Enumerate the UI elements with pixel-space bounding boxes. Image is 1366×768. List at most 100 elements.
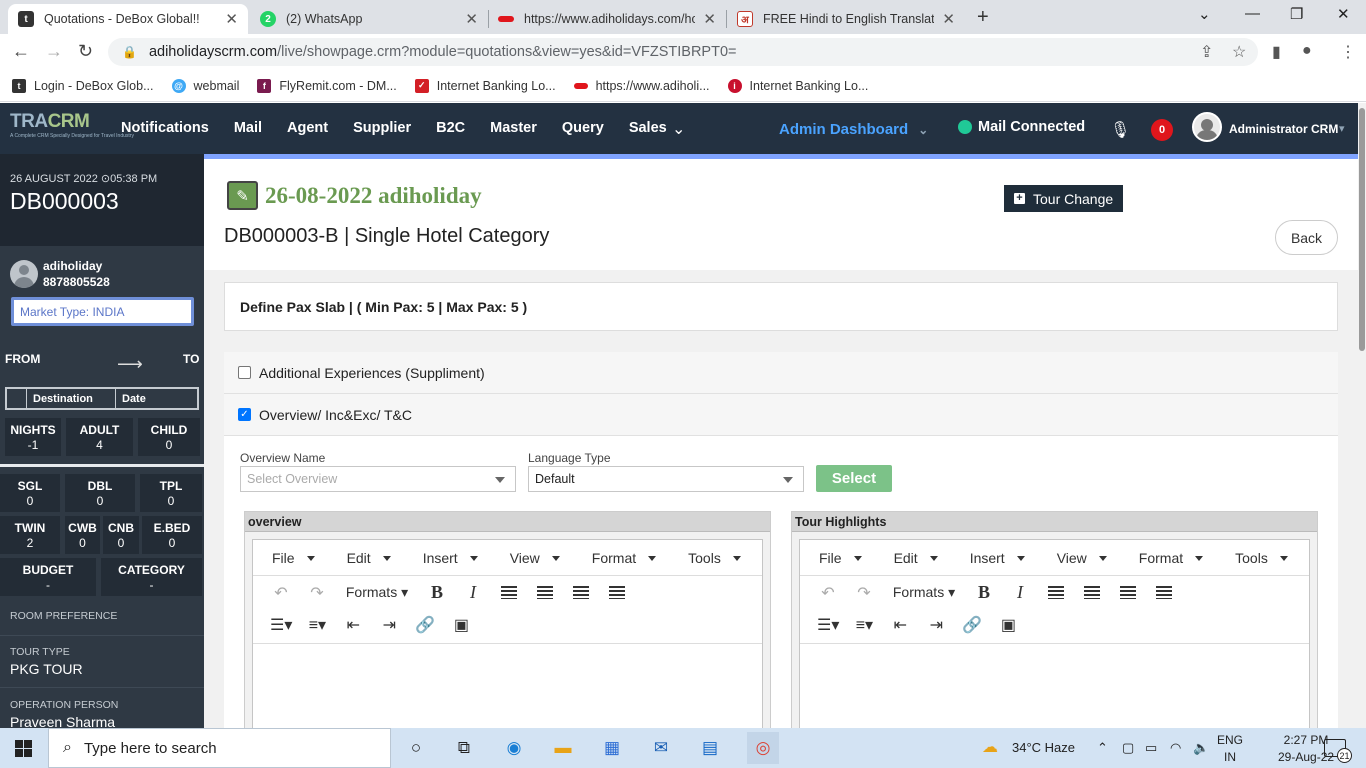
undo-icon[interactable]: ↶ bbox=[817, 583, 839, 603]
side-panel-icon[interactable]: ▮ bbox=[1272, 42, 1281, 62]
share-icon[interactable]: ⇪ bbox=[1200, 42, 1213, 62]
editor-content-area[interactable] bbox=[800, 643, 1309, 740]
additional-experiences-row[interactable]: Additional Experiences (Suppliment) bbox=[224, 352, 1338, 394]
overview-section-row[interactable]: ✓ Overview/ Inc&Exc/ T&C bbox=[224, 394, 1338, 436]
nav-master[interactable]: Master bbox=[490, 120, 537, 136]
redo-icon[interactable]: ↷ bbox=[306, 583, 328, 603]
close-tab-icon[interactable]: ✕ bbox=[225, 10, 238, 28]
italic-icon[interactable]: I bbox=[462, 582, 484, 603]
close-tab-icon[interactable]: ✕ bbox=[703, 10, 716, 28]
nav-query[interactable]: Query bbox=[562, 120, 604, 136]
additional-experiences-checkbox[interactable] bbox=[238, 366, 251, 379]
windows-start-icon[interactable] bbox=[15, 740, 32, 757]
maximize-icon[interactable]: ❐ bbox=[1290, 5, 1303, 23]
menu-view[interactable]: View bbox=[502, 550, 568, 566]
language-indicator[interactable]: ENG IN bbox=[1217, 732, 1243, 766]
back-button[interactable]: Back bbox=[1275, 220, 1338, 255]
notification-badge[interactable]: 0 bbox=[1151, 119, 1173, 141]
bookmark-star-icon[interactable]: ☆ bbox=[1232, 42, 1246, 62]
bold-icon[interactable]: B bbox=[426, 582, 448, 603]
microphone-icon[interactable]: 🎙 bbox=[1110, 120, 1130, 140]
align-center-icon[interactable] bbox=[534, 584, 556, 602]
tour-change-button[interactable]: + Tour Change bbox=[1004, 185, 1123, 212]
admin-dashboard-dropdown[interactable]: Admin Dashboard ⌄ bbox=[779, 121, 928, 138]
microsoft-store-icon[interactable]: ▦ bbox=[600, 736, 624, 760]
italic-icon[interactable]: I bbox=[1009, 582, 1031, 603]
align-right-icon[interactable] bbox=[1117, 584, 1139, 602]
align-left-icon[interactable] bbox=[1045, 584, 1067, 602]
chrome-icon[interactable]: ◎ bbox=[747, 732, 779, 764]
nav-agent[interactable]: Agent bbox=[287, 120, 328, 136]
link-icon[interactable]: 🔗 bbox=[961, 615, 983, 635]
user-avatar[interactable] bbox=[1192, 112, 1222, 142]
align-left-icon[interactable] bbox=[498, 584, 520, 602]
minimize-icon[interactable]: — bbox=[1245, 5, 1260, 22]
formats-dropdown[interactable]: Formats ▾ bbox=[342, 584, 412, 601]
bullet-list-icon[interactable]: ☰▾ bbox=[817, 615, 839, 635]
align-justify-icon[interactable] bbox=[606, 584, 628, 602]
menu-tools[interactable]: Tools bbox=[1227, 550, 1296, 566]
select-button[interactable]: Select bbox=[816, 465, 892, 492]
menu-edit[interactable]: Edit bbox=[339, 550, 399, 566]
image-icon[interactable]: ▣ bbox=[997, 615, 1019, 635]
new-tab-icon[interactable]: + bbox=[977, 6, 989, 29]
cortana-icon[interactable]: ○ bbox=[404, 736, 428, 760]
redo-icon[interactable]: ↷ bbox=[853, 583, 875, 603]
nav-b2c[interactable]: B2C bbox=[436, 120, 465, 136]
tab-search-chevron-icon[interactable]: ⌄ bbox=[1198, 5, 1211, 23]
outdent-icon[interactable]: ⇤ bbox=[889, 615, 911, 635]
browser-tab[interactable]: t Quotations - DeBox Global!! ✕ bbox=[8, 4, 248, 34]
weather-text[interactable]: 34°C Haze bbox=[1012, 740, 1075, 755]
outlook-icon[interactable]: ▤ bbox=[698, 736, 722, 760]
browser-tab[interactable]: अ FREE Hindi to English Translation ✕ bbox=[727, 4, 965, 34]
bullet-list-icon[interactable]: ☰▾ bbox=[270, 615, 292, 635]
link-icon[interactable]: 🔗 bbox=[414, 615, 436, 635]
travcrm-logo[interactable]: TRACRM A Complete CRM Specially Designed… bbox=[10, 111, 134, 139]
indent-icon[interactable]: ⇥ bbox=[925, 615, 947, 635]
url-input[interactable]: 🔒 adiholidayscrm.com/live/showpage.crm?m… bbox=[108, 38, 1258, 66]
formats-dropdown[interactable]: Formats ▾ bbox=[889, 584, 959, 601]
menu-file[interactable]: File bbox=[264, 550, 323, 566]
battery-icon[interactable]: ▭ bbox=[1145, 740, 1157, 756]
edge-browser-icon[interactable]: ◉ bbox=[502, 736, 526, 760]
menu-insert[interactable]: Insert bbox=[962, 550, 1033, 566]
menu-kebab-icon[interactable]: ⋮ bbox=[1340, 42, 1356, 62]
bookmark-item[interactable]: t Login - DeBox Glob... bbox=[12, 78, 154, 93]
bookmark-item[interactable]: https://www.adiholi... bbox=[573, 79, 710, 93]
language-type-select[interactable]: Default bbox=[528, 466, 804, 492]
menu-view[interactable]: View bbox=[1049, 550, 1115, 566]
menu-file[interactable]: File bbox=[811, 550, 870, 566]
page-scrollbar[interactable] bbox=[1358, 103, 1366, 728]
nav-sales[interactable]: Sales bbox=[629, 120, 667, 136]
nav-more-chevron-icon[interactable]: ⌄ bbox=[672, 119, 685, 139]
back-arrow-icon[interactable]: ← bbox=[12, 41, 30, 62]
editor-content-area[interactable] bbox=[253, 643, 762, 740]
browser-tab[interactable]: https://www.adiholidays.com/hot ✕ bbox=[488, 4, 726, 34]
notification-center-icon[interactable]: 21 bbox=[1324, 739, 1352, 763]
close-tab-icon[interactable]: ✕ bbox=[942, 10, 955, 28]
numbered-list-icon[interactable]: ≡▾ bbox=[853, 615, 875, 635]
indent-icon[interactable]: ⇥ bbox=[378, 615, 400, 635]
close-window-icon[interactable]: ✕ bbox=[1337, 5, 1350, 23]
reload-icon[interactable]: ↻ bbox=[78, 41, 93, 62]
nav-supplier[interactable]: Supplier bbox=[353, 120, 411, 136]
file-explorer-icon[interactable]: ▬ bbox=[551, 736, 575, 760]
align-justify-icon[interactable] bbox=[1153, 584, 1175, 602]
meet-now-icon[interactable]: ▢ bbox=[1122, 740, 1134, 756]
bookmark-item[interactable]: ✓ Internet Banking Lo... bbox=[414, 78, 556, 93]
close-tab-icon[interactable]: ✕ bbox=[465, 10, 478, 28]
menu-insert[interactable]: Insert bbox=[415, 550, 486, 566]
chevron-down-icon[interactable]: ▾ bbox=[1339, 122, 1345, 135]
task-view-icon[interactable]: ⧉ bbox=[452, 736, 476, 760]
weather-icon[interactable]: ☁ bbox=[982, 737, 998, 757]
numbered-list-icon[interactable]: ≡▾ bbox=[306, 615, 328, 635]
mail-app-icon[interactable]: ✉ bbox=[649, 736, 673, 760]
profile-icon[interactable]: ● bbox=[1302, 42, 1312, 60]
forward-arrow-icon[interactable]: → bbox=[45, 41, 63, 62]
bookmark-item[interactable]: @ webmail bbox=[171, 78, 239, 93]
menu-edit[interactable]: Edit bbox=[886, 550, 946, 566]
chevron-up-icon[interactable]: ⌃ bbox=[1097, 740, 1108, 756]
volume-icon[interactable]: 🔈 bbox=[1193, 740, 1209, 756]
align-center-icon[interactable] bbox=[1081, 584, 1103, 602]
bookmark-item[interactable]: i Internet Banking Lo... bbox=[727, 78, 868, 93]
